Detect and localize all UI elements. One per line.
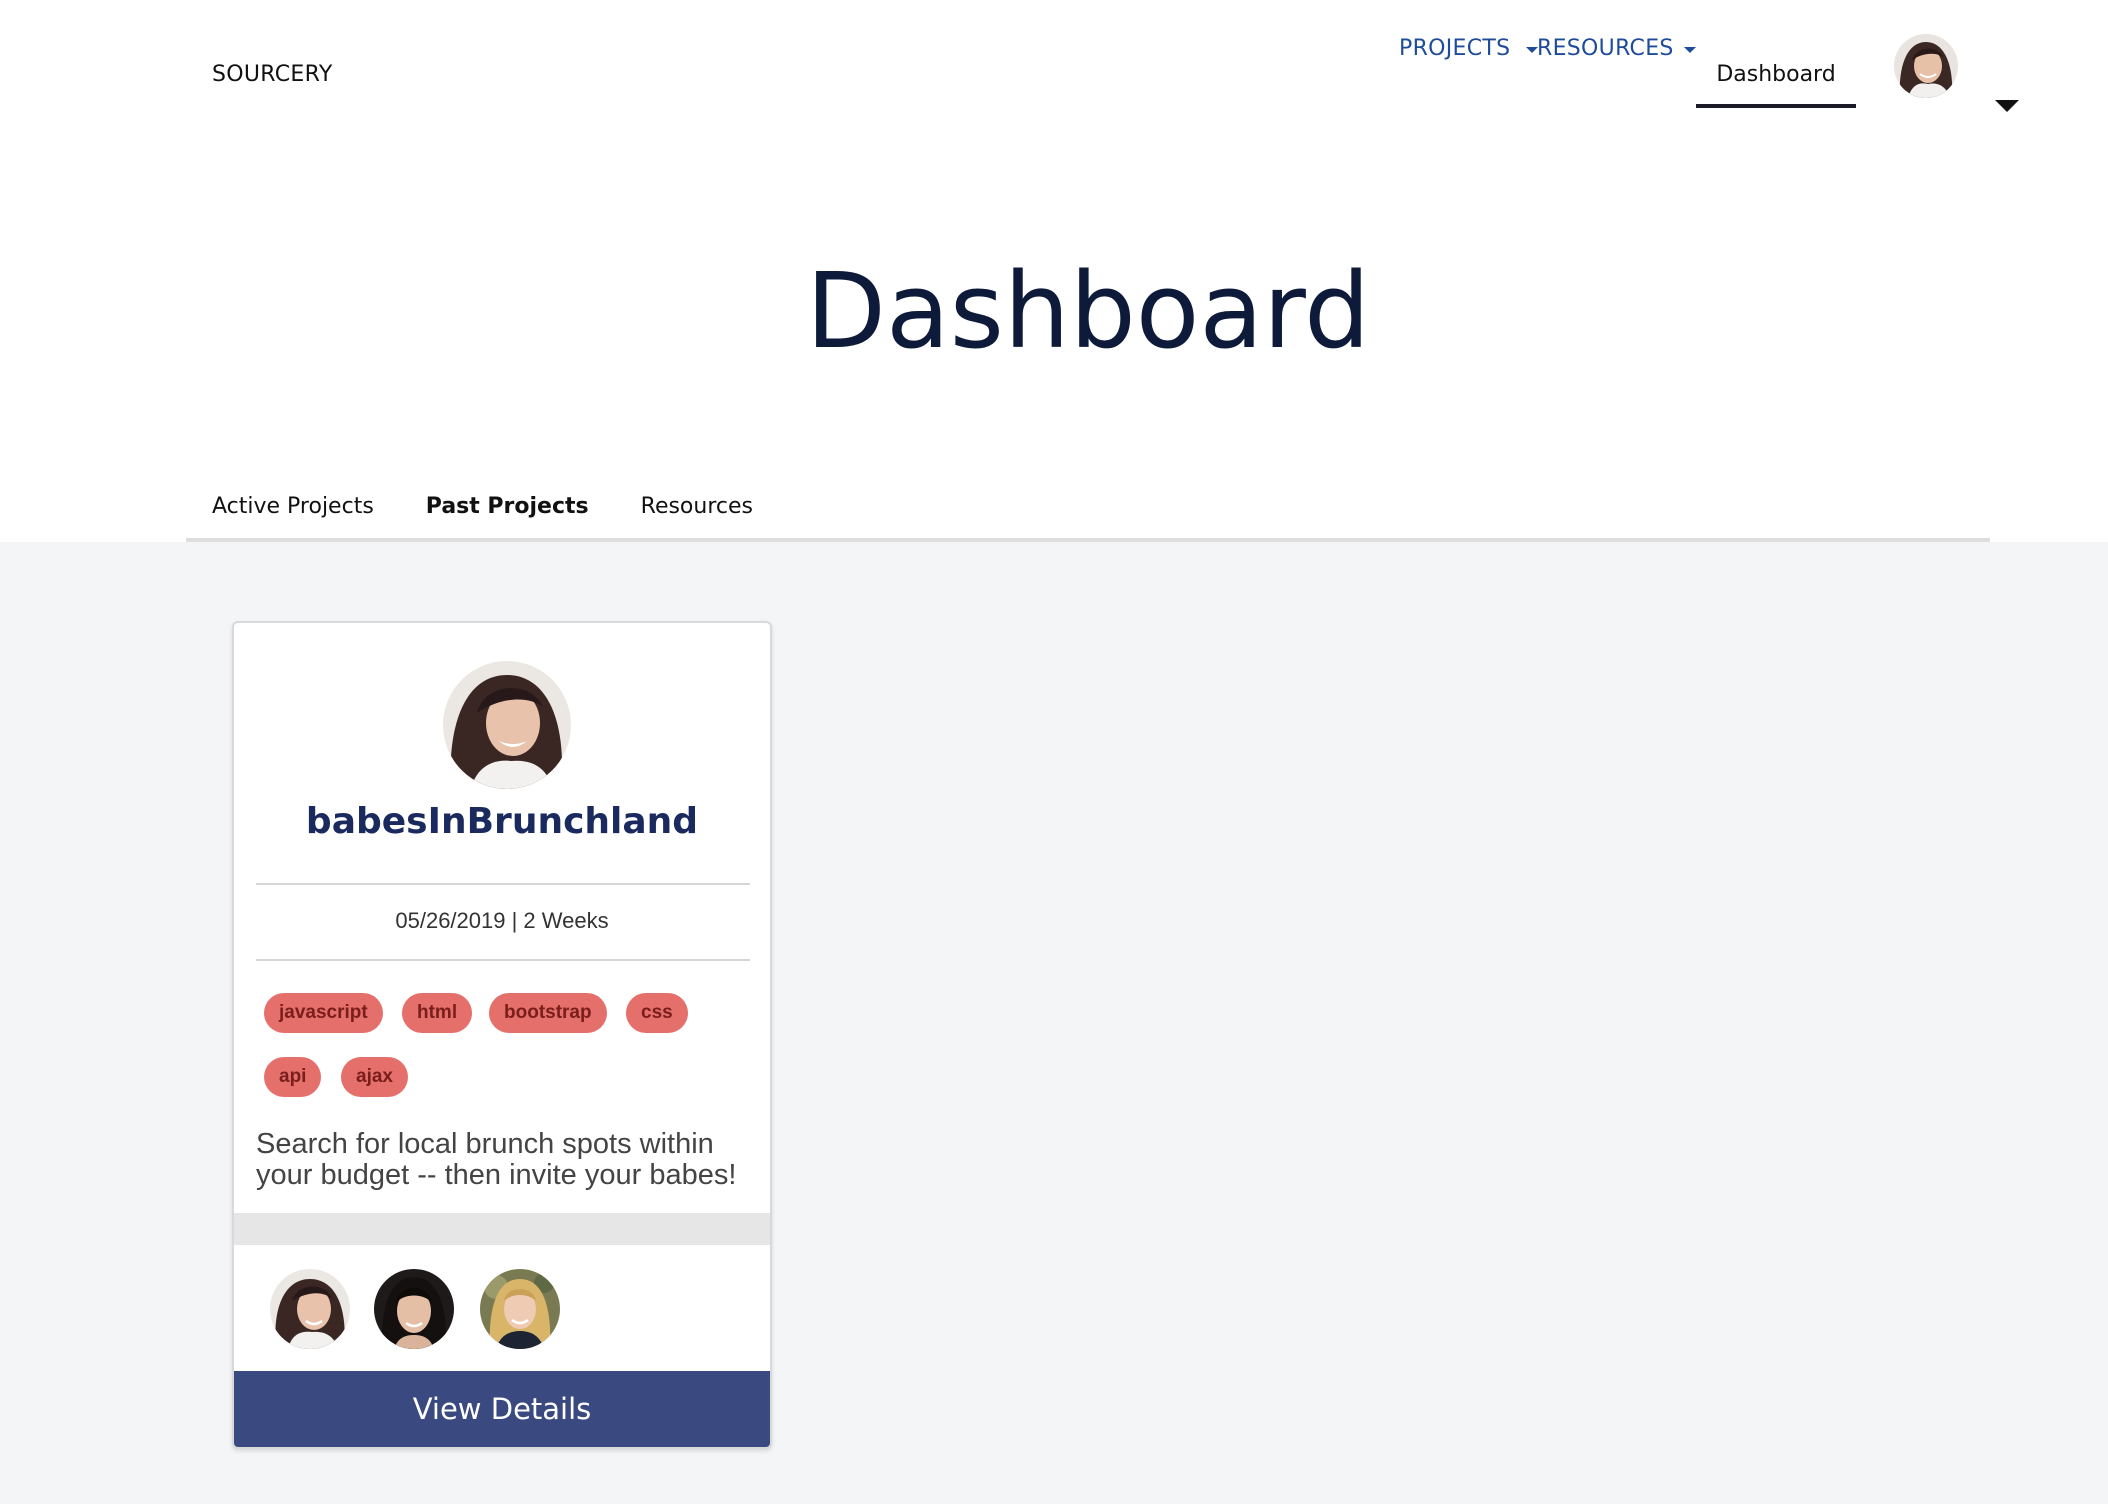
resources-dropdown-icon[interactable] [1684, 47, 1696, 53]
team-member-avatar[interactable] [480, 1269, 560, 1349]
project-owner-avatar [443, 661, 571, 789]
tag-ajax[interactable]: ajax [341, 1057, 408, 1097]
page-title: Dashboard [805, 250, 1371, 372]
team-member-avatar[interactable] [270, 1269, 350, 1349]
tab-resources[interactable]: Resources [615, 480, 779, 542]
project-name: babesInBrunchland [305, 801, 699, 842]
project-card: babesInBrunchland 05/26/2019 | 2 Weeks j… [232, 621, 772, 1449]
team-member-avatar[interactable] [374, 1269, 454, 1349]
user-menu-dropdown-icon[interactable] [1995, 100, 2019, 112]
card-separator-band [234, 1213, 770, 1245]
project-description: Search for local brunch spots within you… [256, 1128, 737, 1191]
nav-projects-link[interactable]: PROJECTS [1399, 36, 1510, 61]
divider [256, 959, 750, 961]
nav-resources-link[interactable]: RESOURCES [1537, 36, 1674, 61]
brand-logo[interactable]: SOURCERY [212, 62, 333, 87]
tab-past-projects[interactable]: Past Projects [399, 480, 615, 546]
user-avatar[interactable] [1894, 34, 1958, 98]
divider [256, 883, 750, 885]
tab-bar: Active Projects Past Projects Resources [186, 480, 1990, 546]
tag-javascript[interactable]: javascript [264, 993, 383, 1033]
tag-html[interactable]: html [402, 993, 473, 1033]
tag-api[interactable]: api [264, 1057, 322, 1097]
nav-dashboard-link[interactable]: Dashboard [1696, 42, 1856, 108]
tag-bootstrap[interactable]: bootstrap [489, 993, 607, 1033]
tab-active-projects[interactable]: Active Projects [186, 480, 400, 542]
tag-css[interactable]: css [626, 993, 688, 1033]
view-details-button[interactable]: View Details [234, 1371, 770, 1447]
project-meta: 05/26/2019 | 2 Weeks [395, 908, 609, 933]
